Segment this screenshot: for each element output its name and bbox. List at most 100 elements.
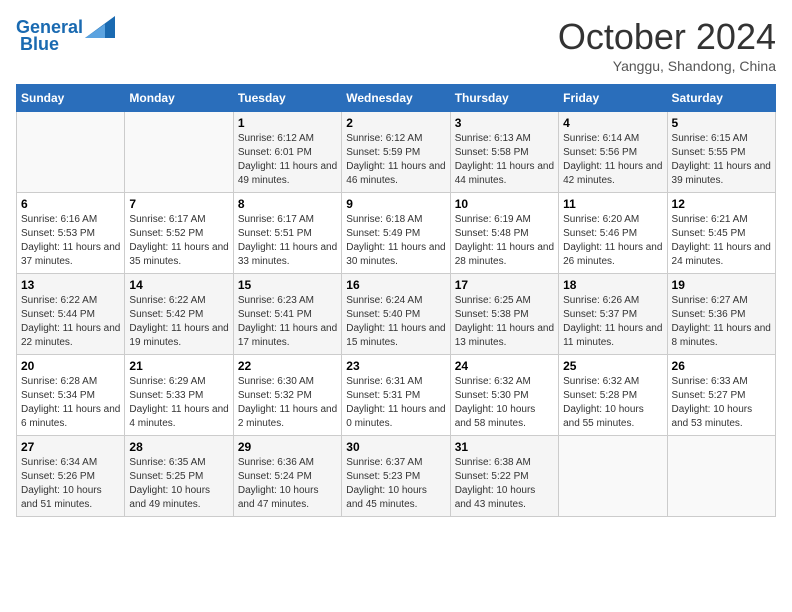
day-number: 25 xyxy=(563,359,662,373)
day-info: Sunrise: 6:26 AM Sunset: 5:37 PM Dayligh… xyxy=(563,294,662,350)
calendar-cell: 24Sunrise: 6:32 AM Sunset: 5:30 PM Dayli… xyxy=(450,355,558,436)
day-info: Sunrise: 6:13 AM Sunset: 5:58 PM Dayligh… xyxy=(455,132,554,188)
day-number: 28 xyxy=(129,440,228,454)
day-info: Sunrise: 6:38 AM Sunset: 5:22 PM Dayligh… xyxy=(455,456,554,512)
day-info: Sunrise: 6:19 AM Sunset: 5:48 PM Dayligh… xyxy=(455,213,554,269)
calendar-table: SundayMondayTuesdayWednesdayThursdayFrid… xyxy=(16,84,776,517)
day-info: Sunrise: 6:35 AM Sunset: 5:25 PM Dayligh… xyxy=(129,456,228,512)
calendar-cell: 12 Sunrise: 6:21 AM Sunset: 5:45 PM Dayli… xyxy=(667,193,775,274)
day-number: 23 xyxy=(346,359,445,373)
logo-subtext: Blue xyxy=(20,34,59,55)
day-number: 18 xyxy=(563,278,662,292)
page-header: General Blue October 2024 Yanggu, Shando… xyxy=(16,16,776,74)
month-title: October 2024 xyxy=(558,16,776,58)
calendar-cell: 16 Sunrise: 6:24 AM Sunset: 5:40 PM Dayli… xyxy=(342,274,450,355)
day-number: 7 xyxy=(129,197,228,211)
day-number: 8 xyxy=(238,197,337,211)
logo: General Blue xyxy=(16,16,115,55)
calendar-week-2: 6 Sunrise: 6:16 AM Sunset: 5:53 PM Daylig… xyxy=(17,193,776,274)
day-number: 24 xyxy=(455,359,554,373)
day-number: 26 xyxy=(672,359,771,373)
calendar-cell: 28 Sunrise: 6:35 AM Sunset: 5:25 PM Dayli… xyxy=(125,436,233,517)
day-info: Sunrise: 6:23 AM Sunset: 5:41 PM Dayligh… xyxy=(238,294,337,350)
day-info: Sunrise: 6:36 AM Sunset: 5:24 PM Dayligh… xyxy=(238,456,337,512)
day-number: 16 xyxy=(346,278,445,292)
day-number: 17 xyxy=(455,278,554,292)
calendar-cell xyxy=(667,436,775,517)
location-subtitle: Yanggu, Shandong, China xyxy=(558,58,776,74)
day-info: Sunrise: 6:22 AM Sunset: 5:42 PM Dayligh… xyxy=(129,294,228,350)
day-info: Sunrise: 6:21 AM Sunset: 5:45 PM Dayligh… xyxy=(672,213,771,269)
calendar-cell: 18 Sunrise: 6:26 AM Sunset: 5:37 PM Dayli… xyxy=(559,274,667,355)
day-number: 5 xyxy=(672,116,771,130)
header-cell-thursday: Thursday xyxy=(450,85,558,112)
calendar-cell: 7Sunrise: 6:17 AM Sunset: 5:52 PM Daylig… xyxy=(125,193,233,274)
calendar-cell: 26Sunrise: 6:33 AM Sunset: 5:27 PM Dayli… xyxy=(667,355,775,436)
day-number: 2 xyxy=(346,116,445,130)
calendar-cell xyxy=(17,112,125,193)
calendar-cell: 2Sunrise: 6:12 AM Sunset: 5:59 PM Daylig… xyxy=(342,112,450,193)
title-block: October 2024 Yanggu, Shandong, China xyxy=(558,16,776,74)
day-number: 3 xyxy=(455,116,554,130)
header-cell-tuesday: Tuesday xyxy=(233,85,341,112)
calendar-cell: 4 Sunrise: 6:14 AM Sunset: 5:56 PM Daylig… xyxy=(559,112,667,193)
calendar-cell: 21 Sunrise: 6:29 AM Sunset: 5:33 PM Dayli… xyxy=(125,355,233,436)
day-info: Sunrise: 6:37 AM Sunset: 5:23 PM Dayligh… xyxy=(346,456,445,512)
day-info: Sunrise: 6:29 AM Sunset: 5:33 PM Dayligh… xyxy=(129,375,228,431)
day-number: 19 xyxy=(672,278,771,292)
calendar-week-5: 27Sunrise: 6:34 AM Sunset: 5:26 PM Dayli… xyxy=(17,436,776,517)
day-info: Sunrise: 6:25 AM Sunset: 5:38 PM Dayligh… xyxy=(455,294,554,350)
calendar-cell: 29 Sunrise: 6:36 AM Sunset: 5:24 PM Dayli… xyxy=(233,436,341,517)
calendar-cell: 27Sunrise: 6:34 AM Sunset: 5:26 PM Dayli… xyxy=(17,436,125,517)
day-number: 15 xyxy=(238,278,337,292)
day-number: 30 xyxy=(346,440,445,454)
day-number: 12 xyxy=(672,197,771,211)
calendar-cell: 13Sunrise: 6:22 AM Sunset: 5:44 PM Dayli… xyxy=(17,274,125,355)
day-number: 4 xyxy=(563,116,662,130)
day-number: 20 xyxy=(21,359,120,373)
day-info: Sunrise: 6:31 AM Sunset: 5:31 PM Dayligh… xyxy=(346,375,445,431)
day-info: Sunrise: 6:28 AM Sunset: 5:34 PM Dayligh… xyxy=(21,375,120,431)
calendar-week-1: 1Sunrise: 6:12 AM Sunset: 6:01 PM Daylig… xyxy=(17,112,776,193)
day-info: Sunrise: 6:27 AM Sunset: 5:36 PM Dayligh… xyxy=(672,294,771,350)
header-cell-monday: Monday xyxy=(125,85,233,112)
day-number: 31 xyxy=(455,440,554,454)
day-number: 10 xyxy=(455,197,554,211)
day-info: Sunrise: 6:14 AM Sunset: 5:56 PM Dayligh… xyxy=(563,132,662,188)
day-number: 6 xyxy=(21,197,120,211)
calendar-cell: 30 Sunrise: 6:37 AM Sunset: 5:23 PM Dayli… xyxy=(342,436,450,517)
calendar-cell xyxy=(125,112,233,193)
calendar-header: SundayMondayTuesdayWednesdayThursdayFrid… xyxy=(17,85,776,112)
calendar-week-4: 20 Sunrise: 6:28 AM Sunset: 5:34 PM Dayli… xyxy=(17,355,776,436)
day-info: Sunrise: 6:18 AM Sunset: 5:49 PM Dayligh… xyxy=(346,213,445,269)
day-number: 11 xyxy=(563,197,662,211)
day-number: 22 xyxy=(238,359,337,373)
day-info: Sunrise: 6:22 AM Sunset: 5:44 PM Dayligh… xyxy=(21,294,120,350)
calendar-cell: 17 Sunrise: 6:25 AM Sunset: 5:38 PM Dayli… xyxy=(450,274,558,355)
day-info: Sunrise: 6:15 AM Sunset: 5:55 PM Dayligh… xyxy=(672,132,771,188)
calendar-cell: 6 Sunrise: 6:16 AM Sunset: 5:53 PM Daylig… xyxy=(17,193,125,274)
calendar-cell: 5 Sunrise: 6:15 AM Sunset: 5:55 PM Daylig… xyxy=(667,112,775,193)
calendar-cell: 23 Sunrise: 6:31 AM Sunset: 5:31 PM Dayli… xyxy=(342,355,450,436)
calendar-cell: 22Sunrise: 6:30 AM Sunset: 5:32 PM Dayli… xyxy=(233,355,341,436)
calendar-cell: 20 Sunrise: 6:28 AM Sunset: 5:34 PM Dayli… xyxy=(17,355,125,436)
header-row: SundayMondayTuesdayWednesdayThursdayFrid… xyxy=(17,85,776,112)
header-cell-sunday: Sunday xyxy=(17,85,125,112)
day-info: Sunrise: 6:34 AM Sunset: 5:26 PM Dayligh… xyxy=(21,456,120,512)
calendar-cell: 25 Sunrise: 6:32 AM Sunset: 5:28 PM Dayli… xyxy=(559,355,667,436)
header-cell-friday: Friday xyxy=(559,85,667,112)
day-info: Sunrise: 6:32 AM Sunset: 5:28 PM Dayligh… xyxy=(563,375,662,431)
calendar-cell: 19 Sunrise: 6:27 AM Sunset: 5:36 PM Dayli… xyxy=(667,274,775,355)
day-number: 14 xyxy=(129,278,228,292)
day-info: Sunrise: 6:17 AM Sunset: 5:51 PM Dayligh… xyxy=(238,213,337,269)
day-info: Sunrise: 6:20 AM Sunset: 5:46 PM Dayligh… xyxy=(563,213,662,269)
day-info: Sunrise: 6:16 AM Sunset: 5:53 PM Dayligh… xyxy=(21,213,120,269)
day-info: Sunrise: 6:12 AM Sunset: 6:01 PM Dayligh… xyxy=(238,132,337,188)
calendar-cell: 14 Sunrise: 6:22 AM Sunset: 5:42 PM Dayli… xyxy=(125,274,233,355)
day-number: 21 xyxy=(129,359,228,373)
calendar-cell: 15 Sunrise: 6:23 AM Sunset: 5:41 PM Dayli… xyxy=(233,274,341,355)
header-cell-saturday: Saturday xyxy=(667,85,775,112)
calendar-cell xyxy=(559,436,667,517)
day-number: 29 xyxy=(238,440,337,454)
day-info: Sunrise: 6:24 AM Sunset: 5:40 PM Dayligh… xyxy=(346,294,445,350)
